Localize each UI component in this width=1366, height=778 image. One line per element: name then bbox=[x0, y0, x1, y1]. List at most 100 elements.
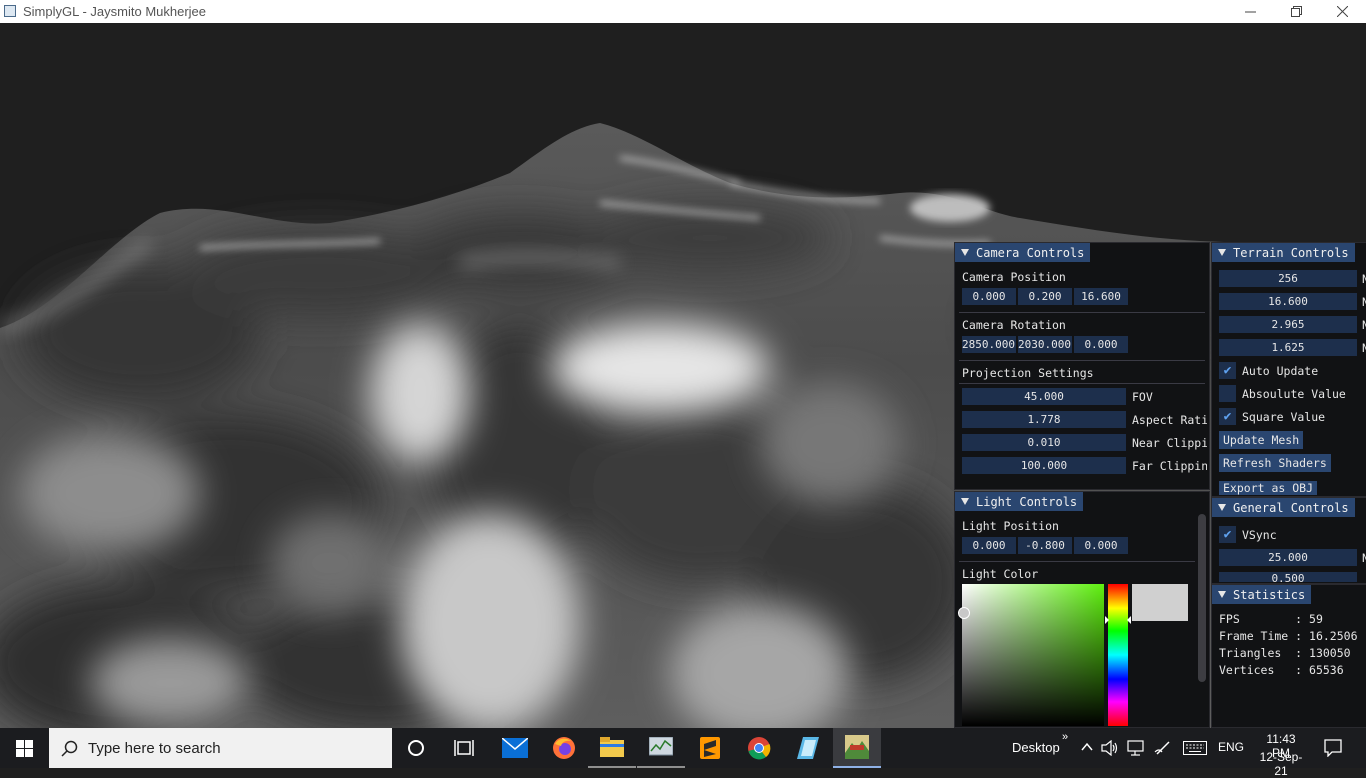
taskbar-search-box[interactable]: Type here to search bbox=[49, 728, 392, 768]
collapse-triangle-icon[interactable] bbox=[961, 249, 969, 256]
auto-update-label: Auto Update bbox=[1242, 364, 1319, 378]
touch-keyboard-button[interactable] bbox=[1183, 741, 1207, 758]
hue-marker-icon[interactable] bbox=[1105, 616, 1131, 624]
camera-controls-header[interactable]: Camera Controls bbox=[955, 243, 1091, 262]
camera-controls-title: Camera Controls bbox=[976, 245, 1085, 260]
start-button[interactable] bbox=[0, 728, 48, 768]
general-value-field[interactable]: 25.000 bbox=[1219, 549, 1357, 566]
general-controls-header[interactable]: General Controls bbox=[1212, 498, 1355, 517]
camera-position-label: Camera Position bbox=[962, 270, 1066, 284]
stat-value: 59 bbox=[1309, 612, 1323, 626]
camera-position-x[interactable]: 0.000 bbox=[962, 288, 1016, 305]
language-indicator[interactable]: ENG bbox=[1218, 740, 1244, 754]
light-position-y[interactable]: -0.800 bbox=[1018, 537, 1072, 554]
fov-label: FOV bbox=[1132, 390, 1153, 404]
camera-rotation-y[interactable]: 2030.000 bbox=[1018, 336, 1072, 353]
aspect-ratio-field[interactable]: 1.778 bbox=[962, 411, 1126, 428]
light-position-x[interactable]: 0.000 bbox=[962, 537, 1016, 554]
terrain-app-button[interactable] bbox=[833, 728, 881, 768]
light-position-z[interactable]: 0.000 bbox=[1074, 537, 1128, 554]
general-controls-title: General Controls bbox=[1233, 500, 1349, 515]
separator bbox=[959, 561, 1195, 562]
stat-value: 65536 bbox=[1309, 663, 1344, 677]
auto-update-checkbox[interactable]: ✔ bbox=[1219, 362, 1236, 379]
light-controls-title: Light Controls bbox=[976, 494, 1078, 509]
separator bbox=[959, 383, 1205, 384]
color-picker-sv-handle[interactable] bbox=[958, 607, 970, 619]
absolute-value-checkbox[interactable] bbox=[1219, 385, 1236, 402]
stat-row: Frame Time : 16.2506 bbox=[1219, 629, 1358, 643]
cortana-circle-icon bbox=[408, 740, 424, 756]
title-bar: SimplyGL - Jaysmito Mukherjee bbox=[0, 0, 1366, 23]
pen-button[interactable] bbox=[1154, 740, 1172, 759]
volume-button[interactable] bbox=[1101, 739, 1119, 759]
show-hidden-icons-button[interactable] bbox=[1080, 740, 1094, 757]
chrome-button[interactable] bbox=[735, 728, 783, 768]
light-controls-header[interactable]: Light Controls bbox=[955, 492, 1084, 511]
minimize-button[interactable] bbox=[1227, 0, 1273, 23]
pen-icon bbox=[1154, 741, 1170, 755]
collapse-triangle-icon[interactable] bbox=[1218, 504, 1226, 511]
firefox-button[interactable] bbox=[540, 728, 588, 768]
collapse-triangle-icon[interactable] bbox=[1218, 249, 1226, 256]
app-icon bbox=[4, 5, 16, 17]
close-button[interactable] bbox=[1319, 0, 1365, 23]
terrain-param-label: N bbox=[1362, 318, 1366, 332]
fov-field[interactable]: 45.000 bbox=[962, 388, 1126, 405]
light-color-label: Light Color bbox=[962, 567, 1039, 581]
restore-button[interactable] bbox=[1273, 0, 1319, 23]
file-explorer-button[interactable] bbox=[588, 728, 636, 768]
square-value-checkbox[interactable]: ✔ bbox=[1219, 408, 1236, 425]
task-view-icon bbox=[454, 740, 474, 756]
general-value-field-2[interactable]: 0.500 bbox=[1219, 572, 1357, 582]
taskbar: Type here to search Desktop » ENG 11:43 … bbox=[0, 728, 1366, 778]
mail-app-button[interactable] bbox=[491, 728, 539, 768]
color-picker-sv-square[interactable] bbox=[962, 584, 1104, 726]
light-color-preview[interactable] bbox=[1132, 584, 1188, 621]
projection-settings-label: Projection Settings bbox=[962, 366, 1094, 380]
terrain-strength-field[interactable]: 1.625 bbox=[1219, 339, 1357, 356]
export-obj-button[interactable]: Export as OBJ bbox=[1219, 481, 1318, 495]
chevron-up-icon bbox=[1081, 742, 1093, 751]
vsync-checkbox[interactable]: ✔ bbox=[1219, 526, 1236, 543]
restore-icon bbox=[1290, 6, 1302, 17]
update-mesh-button[interactable]: Update Mesh bbox=[1219, 431, 1304, 449]
minimize-icon bbox=[1244, 11, 1256, 13]
cortana-button[interactable] bbox=[392, 728, 440, 768]
near-clipping-label: Near Clipping bbox=[1132, 436, 1207, 450]
folder-icon bbox=[600, 737, 624, 757]
statistics-panel: Statistics FPS : 59 Frame Time : 16.2506… bbox=[1211, 584, 1366, 728]
camera-position-y[interactable]: 0.200 bbox=[1018, 288, 1072, 305]
near-clipping-field[interactable]: 0.010 bbox=[962, 434, 1126, 451]
stat-key: Triangles bbox=[1219, 646, 1296, 660]
task-manager-button[interactable] bbox=[637, 728, 685, 768]
stat-row: FPS : 59 bbox=[1219, 612, 1323, 626]
camera-rotation-z[interactable]: 0.000 bbox=[1074, 336, 1128, 353]
camera-position-z[interactable]: 16.600 bbox=[1074, 288, 1128, 305]
far-clipping-field[interactable]: 100.000 bbox=[962, 457, 1126, 474]
windows-logo-icon bbox=[15, 739, 33, 757]
terrain-noise-field[interactable]: 2.965 bbox=[1219, 316, 1357, 333]
camera-rotation-x[interactable]: 2850.000 bbox=[962, 336, 1016, 353]
sublime-text-button[interactable] bbox=[686, 728, 734, 768]
action-center-button[interactable] bbox=[1324, 739, 1342, 760]
terrain-controls-header[interactable]: Terrain Controls bbox=[1212, 243, 1355, 262]
network-button[interactable] bbox=[1127, 740, 1145, 759]
refresh-shaders-button[interactable]: Refresh Shaders bbox=[1219, 454, 1331, 472]
desktop-toolbar-label[interactable]: Desktop bbox=[1012, 740, 1060, 755]
statistics-header[interactable]: Statistics bbox=[1212, 585, 1312, 604]
camera-rotation-label: Camera Rotation bbox=[962, 318, 1066, 332]
light-panel-scrollbar[interactable] bbox=[1198, 514, 1206, 682]
light-position-label: Light Position bbox=[962, 519, 1059, 533]
collapse-triangle-icon[interactable] bbox=[1218, 591, 1226, 598]
notepad-button[interactable] bbox=[784, 728, 832, 768]
clock-date[interactable]: 12-Sep-21 bbox=[1256, 750, 1306, 778]
collapse-triangle-icon[interactable] bbox=[961, 498, 969, 505]
terrain-scale-field[interactable]: 16.600 bbox=[1219, 293, 1357, 310]
terrain-controls-title: Terrain Controls bbox=[1233, 245, 1349, 260]
keyboard-icon bbox=[1183, 741, 1207, 755]
task-view-button[interactable] bbox=[440, 728, 488, 768]
terrain-resolution-field[interactable]: 256 bbox=[1219, 270, 1357, 287]
toolbar-chevron[interactable]: » bbox=[1062, 731, 1068, 743]
color-picker-hue-bar[interactable] bbox=[1108, 584, 1128, 726]
